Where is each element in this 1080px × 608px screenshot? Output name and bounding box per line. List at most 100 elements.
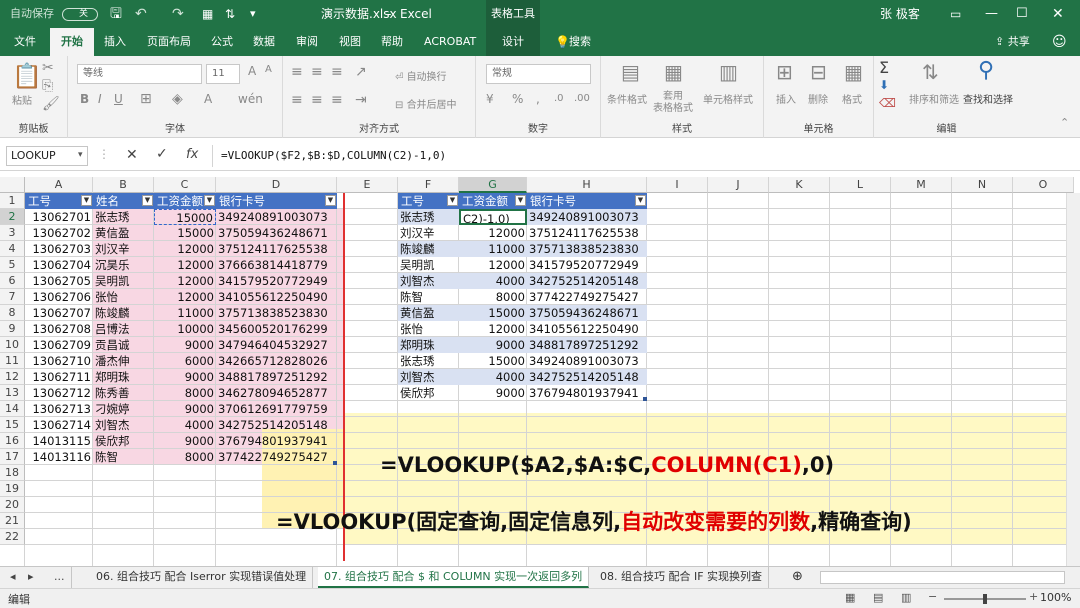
- ribbon-display-icon[interactable]: ▭: [950, 0, 961, 28]
- column-header-N[interactable]: N: [952, 177, 1013, 193]
- fill-color-icon[interactable]: ◈: [172, 91, 183, 107]
- table2-cell[interactable]: 375713838523830: [527, 241, 647, 257]
- page-layout-view-icon[interactable]: ▤: [873, 591, 883, 604]
- enter-icon[interactable]: ✓: [156, 146, 168, 162]
- table1-cell[interactable]: 12000: [154, 289, 216, 305]
- add-sheet-icon[interactable]: ⊕: [786, 567, 809, 588]
- table1-cell[interactable]: 377422749275427: [216, 449, 337, 465]
- normal-view-icon[interactable]: ▦: [845, 591, 855, 604]
- table2-cell[interactable]: 陈竣麟: [398, 241, 459, 257]
- user-name[interactable]: 张 极客: [880, 0, 920, 28]
- table2-cell[interactable]: 8000: [459, 289, 527, 305]
- column-header-O[interactable]: O: [1013, 177, 1074, 193]
- cell-styles-icon[interactable]: ▥: [719, 60, 738, 84]
- decrease-decimal-icon[interactable]: .00: [574, 93, 590, 104]
- table1-cell[interactable]: 4000: [154, 417, 216, 433]
- percent-icon[interactable]: %: [512, 92, 523, 106]
- table2-cell[interactable]: 348817897251292: [527, 337, 647, 353]
- find-select-button[interactable]: 查找和选择: [963, 91, 1013, 106]
- filter-dropdown-icon[interactable]: ▼: [81, 195, 92, 206]
- table1-cell[interactable]: 14013116: [25, 449, 93, 465]
- column-header-K[interactable]: K: [769, 177, 830, 193]
- maximize-icon[interactable]: ☐: [1016, 0, 1028, 28]
- table1-cell[interactable]: 342752514205148: [216, 417, 337, 433]
- table1-cell[interactable]: 刘汉辛: [93, 241, 154, 257]
- tab-view[interactable]: 视图: [339, 28, 361, 56]
- prev-sheet-icon[interactable]: ▸: [22, 567, 40, 588]
- table1-cell[interactable]: 黄信盈: [93, 225, 154, 241]
- tab-acrobat[interactable]: ACROBAT: [424, 28, 476, 56]
- row-header-11[interactable]: 11: [0, 353, 25, 369]
- table1-cell[interactable]: 375713838523830: [216, 305, 337, 321]
- table1-cell[interactable]: 15000: [154, 209, 216, 225]
- table1-cell[interactable]: 15000: [154, 225, 216, 241]
- table1-cell[interactable]: 12000: [154, 273, 216, 289]
- row-header-6[interactable]: 6: [0, 273, 25, 289]
- table1-cell[interactable]: 349240891003073: [216, 209, 337, 225]
- table2-cell[interactable]: 4000: [459, 273, 527, 289]
- table1-cell[interactable]: 13062706: [25, 289, 93, 305]
- table2-cell[interactable]: 陈智: [398, 289, 459, 305]
- row-header-7[interactable]: 7: [0, 289, 25, 305]
- table2-cell[interactable]: 341579520772949: [527, 257, 647, 273]
- delete-cells-icon[interactable]: ⊟: [810, 60, 827, 84]
- tab-page-layout[interactable]: 页面布局: [147, 28, 191, 56]
- column-header-F[interactable]: F: [398, 177, 459, 193]
- table1-cell[interactable]: 8000: [154, 385, 216, 401]
- zoom-out-icon[interactable]: −: [928, 590, 937, 603]
- table2-header[interactable]: 银行卡号 ▼: [527, 193, 647, 209]
- table1-cell[interactable]: 侯欣邦: [93, 433, 154, 449]
- table2-cell[interactable]: 黄信盈: [398, 305, 459, 321]
- table1-cell[interactable]: 13062708: [25, 321, 93, 337]
- vertical-scrollbar[interactable]: [1066, 193, 1080, 566]
- row-header-18[interactable]: 18: [0, 465, 25, 481]
- sheet-tab-08[interactable]: 08. 组合技巧 配合 IF 实现换列查: [594, 567, 770, 588]
- table-format-button[interactable]: 套用 表格格式: [653, 91, 693, 115]
- table1-cell[interactable]: 9000: [154, 369, 216, 385]
- undo-icon[interactable]: ↶: [135, 0, 147, 28]
- row-header-3[interactable]: 3: [0, 225, 25, 241]
- table2-cell[interactable]: 张怡: [398, 321, 459, 337]
- table2-cell[interactable]: 15000: [459, 305, 527, 321]
- table2-cell[interactable]: 349240891003073: [527, 353, 647, 369]
- first-sheet-icon[interactable]: ◂: [4, 567, 22, 588]
- underline-icon[interactable]: U: [114, 92, 123, 106]
- table2-cell[interactable]: 376794801937941: [527, 385, 647, 401]
- find-select-icon[interactable]: ⚲: [978, 58, 994, 83]
- column-header-C[interactable]: C: [154, 177, 216, 193]
- collapse-ribbon-icon[interactable]: ⌃: [1060, 116, 1069, 129]
- table2-header[interactable]: 工号 ▼: [398, 193, 459, 209]
- table1-cell[interactable]: 13062707: [25, 305, 93, 321]
- table1-cell[interactable]: 9000: [154, 337, 216, 353]
- table2-cell[interactable]: 侯欣邦: [398, 385, 459, 401]
- table1-cell[interactable]: 347946404532927: [216, 337, 337, 353]
- table2-cell[interactable]: 9000: [459, 385, 527, 401]
- row-header-5[interactable]: 5: [0, 257, 25, 273]
- row-header-12[interactable]: 12: [0, 369, 25, 385]
- minimize-icon[interactable]: —: [985, 0, 998, 28]
- filter-dropdown-icon[interactable]: ▼: [635, 195, 646, 206]
- indent-icon[interactable]: ⇥: [355, 92, 367, 108]
- grow-font-icon[interactable]: A: [248, 64, 256, 78]
- sort-icon[interactable]: ⇅: [225, 0, 235, 28]
- insert-function-icon[interactable]: fx: [186, 147, 198, 162]
- sort-filter-button[interactable]: 排序和筛选: [909, 91, 959, 106]
- row-header-17[interactable]: 17: [0, 449, 25, 465]
- table2-cell[interactable]: 12000: [459, 225, 527, 241]
- horizontal-scrollbar[interactable]: [820, 571, 1065, 584]
- table1-header[interactable]: 姓名 ▼: [93, 193, 154, 209]
- table1-cell[interactable]: 376794801937941: [216, 433, 337, 449]
- table1-cell[interactable]: 9000: [154, 433, 216, 449]
- name-box-dropdown-icon[interactable]: ▾: [78, 150, 83, 160]
- table2-cell[interactable]: 张志琇: [398, 209, 459, 225]
- column-header-L[interactable]: L: [830, 177, 891, 193]
- delete-cells-button[interactable]: 删除: [808, 91, 828, 106]
- row-header-10[interactable]: 10: [0, 337, 25, 353]
- page-break-view-icon[interactable]: ▥: [901, 591, 911, 604]
- font-name-dropdown[interactable]: 等线: [77, 64, 202, 84]
- table2-cell[interactable]: 341055612250490: [527, 321, 647, 337]
- column-header-H[interactable]: H: [527, 177, 647, 193]
- align-right-icon[interactable]: ≡: [331, 92, 343, 108]
- format-cells-icon[interactable]: ▦: [844, 60, 863, 84]
- table2-cell[interactable]: 吴明凯: [398, 257, 459, 273]
